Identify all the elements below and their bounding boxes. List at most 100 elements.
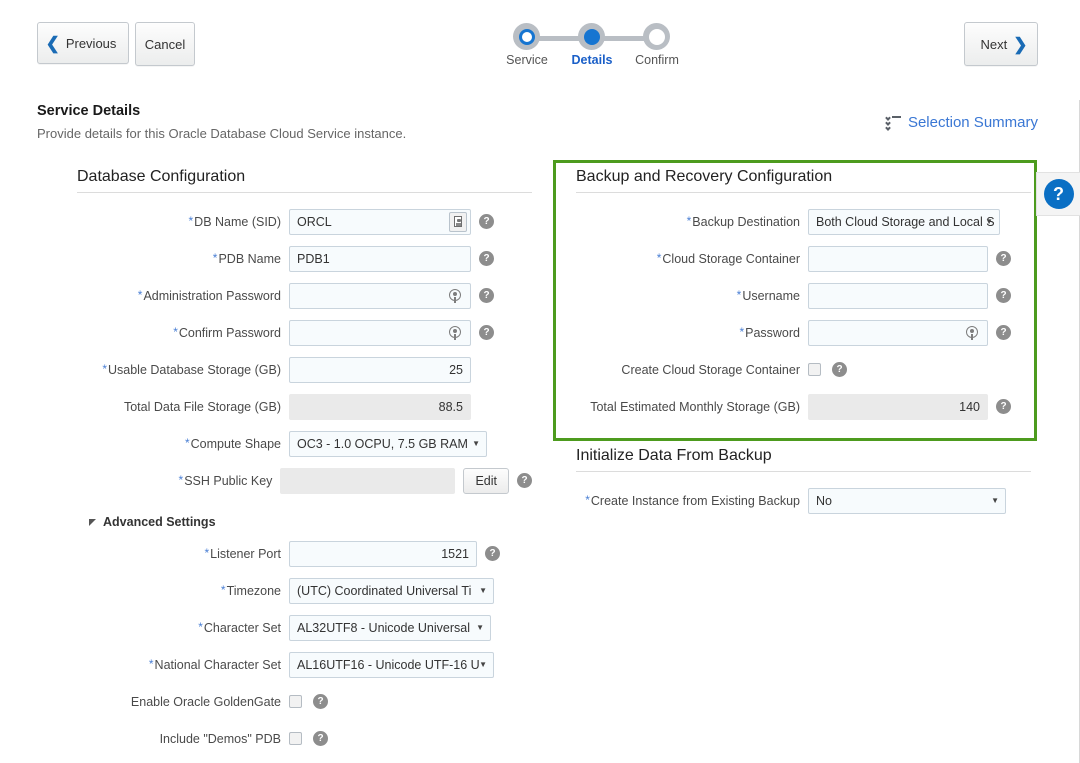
- initialize-data-from-backup-panel: Initialize Data From Backup *Create Inst…: [576, 447, 1031, 519]
- required-marker: *: [148, 656, 154, 671]
- confirm-password-input[interactable]: [289, 319, 471, 346]
- pdb-name-input[interactable]: PDB1: [289, 245, 471, 272]
- include-demos-pdb-checkbox[interactable]: [289, 732, 302, 745]
- usable-database-storage-input[interactable]: 25: [289, 356, 471, 383]
- help-icon-pdb-name[interactable]: ?: [479, 251, 494, 266]
- help-icon-create-cloud-storage-container[interactable]: ?: [832, 362, 847, 377]
- selection-summary-label: Selection Summary: [907, 114, 1038, 131]
- stepper-node-details[interactable]: [578, 23, 605, 50]
- required-marker: *: [184, 435, 190, 450]
- help-icon-ssh-public-key[interactable]: ?: [517, 473, 532, 488]
- database-configuration-title: Database Configuration: [77, 168, 246, 185]
- compute-shape-value: OC3 - 1.0 OCPU, 7.5 GB RAM: [297, 436, 468, 451]
- stepper-label-details[interactable]: Details: [557, 53, 627, 67]
- ssh-public-key-edit-button[interactable]: Edit: [463, 467, 509, 494]
- character-set-value: AL32UTF8 - Unicode Universal: [297, 620, 470, 635]
- total-data-file-storage-value-box: 88.5: [289, 393, 471, 420]
- required-marker: *: [198, 619, 203, 634]
- initialize-backup-title: Initialize Data From Backup: [576, 447, 772, 464]
- administration-password-input[interactable]: [289, 282, 471, 309]
- cloud-storage-container-input[interactable]: [808, 245, 988, 272]
- section-divider: [576, 192, 1031, 193]
- help-icon-demos-pdb[interactable]: ?: [313, 731, 328, 746]
- national-character-set-select[interactable]: AL16UTF16 - Unicode UTF-16 U: [289, 651, 494, 678]
- required-marker: *: [204, 545, 210, 560]
- required-marker: *: [220, 582, 226, 597]
- ssh-public-key-input[interactable]: [280, 467, 456, 494]
- field-label: Listener Port: [210, 546, 281, 561]
- password-key-icon[interactable]: [966, 325, 980, 340]
- field-row-backup-destination: *Backup Destination Both Cloud Storage a…: [576, 203, 1031, 240]
- list-checklist-icon: [885, 114, 901, 131]
- username-input[interactable]: [808, 282, 988, 309]
- field-row-listener-port: *Listener Port 1521 ?: [77, 535, 532, 572]
- field-row-backup-password: *Password ?: [576, 314, 1031, 351]
- field-label: National Character Set: [154, 657, 281, 672]
- cancel-button[interactable]: Cancel: [135, 22, 195, 66]
- side-help-button[interactable]: ?: [1036, 172, 1080, 216]
- field-row-demos-pdb: Include "Demos" PDB ?: [77, 720, 532, 757]
- stepper-label-confirm[interactable]: Confirm: [622, 53, 692, 67]
- timezone-select[interactable]: (UTC) Coordinated Universal Ti: [289, 577, 494, 604]
- backup-and-recovery-configuration-panel: Backup and Recovery Configuration *Backu…: [576, 168, 1031, 519]
- field-label: Compute Shape: [190, 436, 281, 451]
- stepper-label-service[interactable]: Service: [492, 53, 562, 67]
- required-marker: *: [656, 250, 662, 265]
- backup-configuration-title: Backup and Recovery Configuration: [576, 168, 833, 185]
- help-icon-confirm-password[interactable]: ?: [479, 325, 494, 340]
- db-name-input[interactable]: ORCL: [289, 208, 471, 235]
- required-marker: *: [585, 492, 590, 507]
- help-icon-username[interactable]: ?: [996, 288, 1011, 303]
- field-row-admin-password: *Administration Password ?: [77, 277, 532, 314]
- field-label: SSH Public Key: [184, 473, 273, 488]
- card-icon[interactable]: [449, 211, 467, 232]
- help-icon-backup-password[interactable]: ?: [996, 325, 1011, 340]
- field-label: DB Name (SID): [194, 214, 281, 229]
- help-icon-admin-password[interactable]: ?: [479, 288, 494, 303]
- required-marker: *: [173, 324, 178, 339]
- field-row-confirm-password: *Confirm Password ?: [77, 314, 532, 351]
- help-icon-cloud-storage-container[interactable]: ?: [996, 251, 1011, 266]
- character-set-select[interactable]: AL32UTF8 - Unicode Universal: [289, 614, 491, 641]
- field-label: Create Cloud Storage Container: [621, 362, 800, 377]
- enable-oracle-goldengate-checkbox[interactable]: [289, 695, 302, 708]
- required-marker: *: [137, 287, 143, 302]
- listener-port-input[interactable]: 1521: [289, 540, 477, 567]
- field-label: Total Estimated Monthly Storage (GB): [590, 399, 800, 414]
- help-icon-total-estimated-monthly-storage[interactable]: ?: [996, 399, 1011, 414]
- help-icon-listener-port[interactable]: ?: [485, 546, 500, 561]
- previous-button[interactable]: ❮ Previous: [37, 22, 129, 64]
- create-instance-from-existing-backup-value: No: [816, 493, 832, 508]
- backup-destination-select[interactable]: Both Cloud Storage and Local S: [808, 208, 1000, 235]
- wizard-stepper: Service Details Confirm: [500, 23, 680, 73]
- next-button[interactable]: Next ❯: [964, 22, 1038, 66]
- field-row-total-data-file-storage: Total Data File Storage (GB) 88.5: [77, 388, 532, 425]
- stepper-node-confirm[interactable]: [643, 23, 670, 50]
- required-marker: *: [212, 250, 218, 265]
- field-row-character-set: *Character Set AL32UTF8 - Unicode Univer…: [77, 609, 532, 646]
- required-marker: *: [188, 213, 194, 228]
- field-row-username: *Username ?: [576, 277, 1031, 314]
- national-character-set-value: AL16UTF16 - Unicode UTF-16 U: [297, 657, 480, 672]
- stepper-node-service[interactable]: [513, 23, 540, 50]
- backup-password-input[interactable]: [808, 319, 988, 346]
- help-icon-goldengate[interactable]: ?: [313, 694, 328, 709]
- advanced-settings-toggle[interactable]: Advanced Settings: [89, 515, 532, 529]
- create-cloud-storage-container-checkbox[interactable]: [808, 363, 821, 376]
- compute-shape-select[interactable]: OC3 - 1.0 OCPU, 7.5 GB RAM: [289, 430, 487, 457]
- triangle-collapse-icon: [89, 518, 96, 526]
- total-estimated-monthly-storage-value: 140: [959, 399, 980, 414]
- password-key-icon[interactable]: [449, 325, 463, 340]
- required-marker: *: [178, 472, 184, 487]
- help-icon-db-name[interactable]: ?: [479, 214, 494, 229]
- advanced-settings-title: Advanced Settings: [103, 515, 216, 529]
- selection-summary-link[interactable]: Selection Summary: [885, 114, 1038, 131]
- edit-button-label: Edit: [475, 473, 497, 488]
- password-key-icon[interactable]: [449, 288, 463, 303]
- question-mark-icon: ?: [1043, 179, 1074, 209]
- create-instance-from-existing-backup-select[interactable]: No: [808, 487, 1006, 514]
- timezone-value: (UTC) Coordinated Universal Ti: [297, 583, 472, 598]
- cancel-button-label: Cancel: [144, 36, 186, 52]
- field-label: Timezone: [226, 583, 281, 598]
- field-label: PDB Name: [218, 251, 281, 266]
